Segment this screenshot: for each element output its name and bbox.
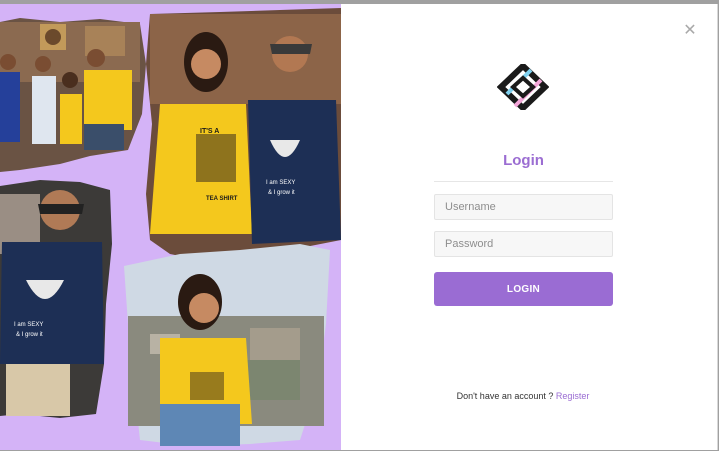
couple-photo: IT'S A TEA SHIRT I am SEXY & I grow it [146,8,341,262]
password-input[interactable] [434,231,613,257]
brand-logo-icon [497,64,549,110]
woman-rooftop-photo [124,244,330,446]
tshirt-text-3b: & I grow it [16,332,43,338]
tshirt-text-3: I am SEXY [14,322,43,328]
login-title: Login [503,152,544,169]
photo-collage-panel: IT'S A TEA SHIRT I am SEXY & I grow it I… [0,4,341,450]
tshirt-text-1b: TEA SHIRT [206,196,238,202]
login-form-panel: ✕ Login LOGIN Don't have an account ? Re… [341,4,717,450]
title-divider [434,181,613,182]
photo-collage: IT'S A TEA SHIRT I am SEXY & I grow it I… [0,8,341,446]
man-photo: I am SEXY & I grow it [0,180,112,418]
signup-prompt-text: Don't have an account ? [456,391,554,401]
close-icon[interactable]: ✕ [683,23,697,39]
register-link[interactable]: Register [556,391,590,401]
login-button[interactable]: LOGIN [434,272,613,306]
group-photo [0,18,146,172]
login-modal: IT'S A TEA SHIRT I am SEXY & I grow it I… [0,4,718,450]
tshirt-text-2b: & I grow it [268,190,295,196]
signup-prompt: Don't have an account ? Register [341,391,705,401]
tshirt-text-2: I am SEXY [266,180,295,186]
username-input[interactable] [434,194,613,220]
tshirt-text-1: IT'S A [200,128,219,135]
